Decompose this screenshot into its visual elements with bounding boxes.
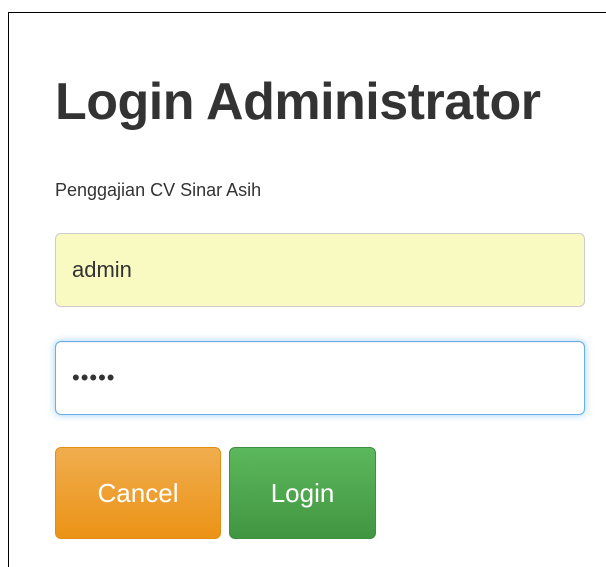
username-input[interactable] [55,233,585,307]
page-title: Login Administrator [55,73,541,131]
cancel-button[interactable]: Cancel [55,447,221,539]
password-input[interactable] [55,341,585,415]
login-button[interactable]: Login [229,447,376,539]
page-subtitle: Penggajian CV Sinar Asih [55,180,262,200]
